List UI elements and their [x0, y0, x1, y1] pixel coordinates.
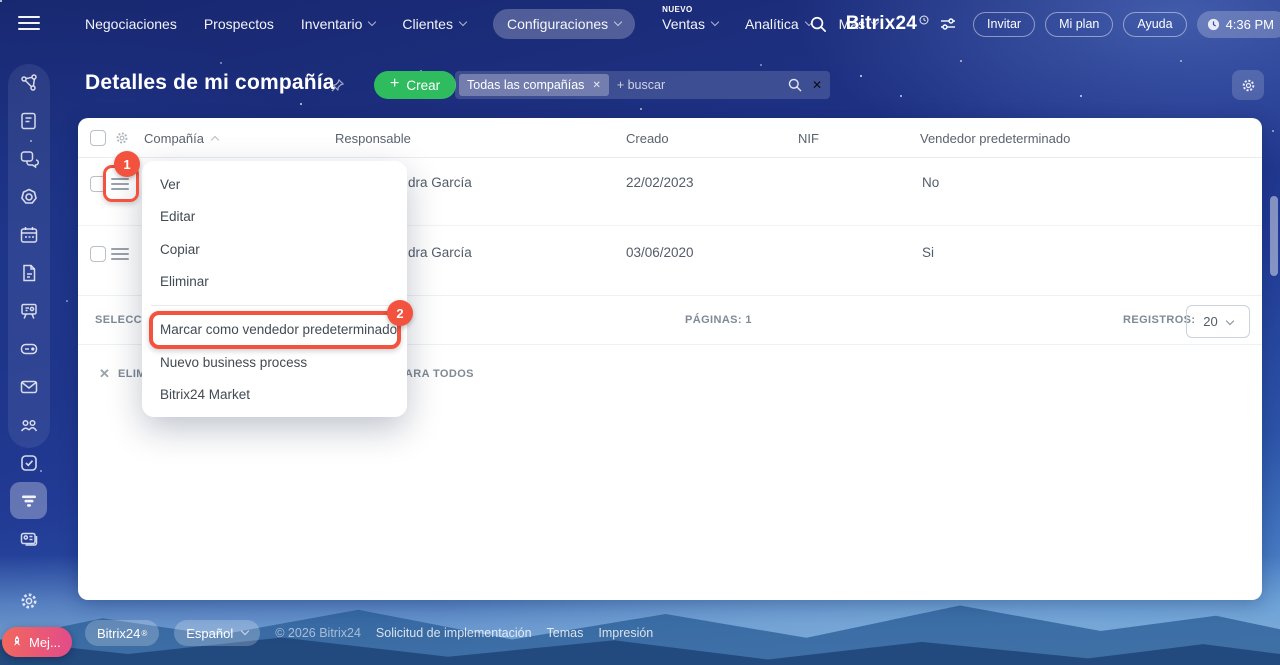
language-selector[interactable]: Español — [174, 620, 261, 646]
nav-analitica[interactable]: Analítica — [745, 16, 813, 32]
nav-ventas[interactable]: NUEVO Ventas — [662, 5, 720, 32]
page-scrollbar[interactable] — [1270, 196, 1278, 276]
brand-clock-icon — [919, 15, 929, 25]
menu-item-editar[interactable]: Editar — [160, 204, 195, 230]
clock-icon — [1207, 18, 1220, 31]
registered-icon: ® — [141, 628, 148, 638]
help-button[interactable]: Ayuda — [1123, 11, 1187, 37]
settings-gear-icon[interactable] — [18, 590, 40, 612]
sign-card-icon[interactable] — [18, 528, 40, 550]
bitrix24-crm-screen: Negociaciones Prospectos Inventario Clie… — [0, 0, 1280, 665]
bitrix24-logo[interactable]: Bitrix24 — [846, 13, 929, 35]
column-header-nif[interactable]: NIF — [798, 131, 819, 146]
footer-link-temas[interactable]: Temas — [547, 626, 584, 640]
menu-item-nuevo-business-process[interactable]: Nuevo business process — [160, 350, 307, 376]
network-icon[interactable] — [18, 72, 40, 94]
chip-close-icon[interactable]: ✕ — [592, 80, 600, 91]
cell-vendedor: No — [922, 175, 940, 190]
page-title: Detalles de mi compañía — [85, 71, 335, 94]
clear-filter-icon[interactable]: ✕ — [812, 78, 822, 92]
select-all-checkbox[interactable] — [90, 130, 106, 146]
column-header-responsable[interactable]: Responsable — [335, 131, 411, 146]
collab-icon[interactable] — [18, 186, 40, 208]
menu-item-ver[interactable]: Ver — [160, 172, 180, 198]
menu-divider — [151, 305, 398, 306]
annotation-step-2: 2 — [387, 300, 413, 326]
documents-icon[interactable] — [18, 262, 40, 284]
cell-vendedor: Si — [922, 245, 935, 260]
invite-button[interactable]: Invitar — [973, 11, 1036, 37]
tasks-icon[interactable] — [18, 452, 40, 474]
chevron-down-icon — [241, 626, 250, 636]
sort-asc-icon — [210, 135, 220, 145]
nav-inventario[interactable]: Inventario — [301, 16, 377, 32]
view-settings-button[interactable] — [1232, 70, 1264, 100]
grid-settings-gear-icon[interactable] — [114, 130, 130, 146]
hr-people-icon[interactable] — [18, 414, 40, 436]
clock-widget[interactable]: 4:36 PM — [1196, 10, 1280, 38]
footer-link-implementacion[interactable]: Solicitud de implementación — [376, 626, 532, 640]
records-per-page-dropdown[interactable]: 20 — [1186, 305, 1250, 338]
calendar-icon[interactable] — [18, 224, 40, 246]
nav-clientes[interactable]: Clientes — [402, 16, 468, 32]
chevron-down-icon — [368, 17, 377, 27]
filter-search-bar[interactable]: Todas las compañías ✕ + buscar ✕ — [455, 71, 830, 99]
cell-creado: 03/06/2020 — [626, 245, 694, 260]
crm-funnel-icon[interactable] — [18, 490, 40, 512]
column-header-vendedor[interactable]: Vendedor predeterminado — [920, 131, 1070, 146]
filter-chip[interactable]: Todas las compañías ✕ — [459, 74, 609, 96]
whiteboard-icon[interactable] — [18, 300, 40, 322]
filter-icons: ✕ — [787, 77, 822, 93]
row-context-menu: Ver Editar Copiar Eliminar Marcar como v… — [142, 161, 407, 417]
nav-configuraciones-active[interactable]: Configuraciones — [492, 9, 636, 39]
my-plan-button[interactable]: Mi plan — [1045, 11, 1114, 37]
footer-brand-pill[interactable]: Bitrix24 ® — [85, 620, 160, 646]
menu-item-copiar[interactable]: Copiar — [160, 237, 200, 263]
mail-icon[interactable] — [18, 376, 40, 398]
top-bar: Negociaciones Prospectos Inventario Clie… — [0, 0, 1280, 48]
records-label: REGISTROS: — [1123, 314, 1196, 326]
drive-icon[interactable] — [18, 338, 40, 360]
create-button[interactable]: + Crear — [374, 71, 457, 99]
search-placeholder[interactable]: + buscar — [617, 78, 787, 92]
rocket-icon — [10, 635, 24, 649]
main-nav: Negociaciones Prospectos Inventario Clie… — [85, 0, 880, 48]
feed-icon[interactable] — [18, 110, 40, 132]
annotation-step-1: 1 — [114, 151, 140, 177]
cell-creado: 22/02/2023 — [626, 175, 694, 190]
page-footer: Bitrix24 ® Español © 2026 Bitrix24 Solici… — [85, 618, 653, 648]
pin-icon[interactable] — [330, 78, 345, 93]
search-icon[interactable] — [809, 15, 828, 34]
annotation-highlight-menu-item — [149, 311, 401, 349]
pages-label: PÁGINAS: 1 — [685, 314, 752, 326]
messenger-icon[interactable] — [18, 148, 40, 170]
menu-item-eliminar[interactable]: Eliminar — [160, 269, 209, 295]
sliders-icon[interactable] — [939, 16, 957, 32]
nav-prospectos[interactable]: Prospectos — [204, 16, 274, 32]
table-header: Compañía Responsable Creado NIF Vendedor… — [78, 118, 1262, 158]
copyright-text: © 2026 Bitrix24 — [275, 626, 361, 640]
delete-x-icon[interactable]: ✕ — [99, 366, 110, 382]
cell-responsable: dra García — [408, 245, 472, 260]
nav-negociaciones[interactable]: Negociaciones — [85, 16, 177, 32]
chevron-down-icon — [710, 17, 720, 27]
upgrade-button[interactable]: Mej... — [2, 627, 72, 657]
topbar-right: Bitrix24 Invitar Mi plan Ayuda 4:36 PM — [809, 0, 1280, 48]
plus-icon: + — [390, 75, 400, 92]
chevron-down-icon — [613, 17, 623, 27]
nuevo-badge: NUEVO — [662, 5, 693, 14]
column-header-compania[interactable]: Compañía — [144, 131, 220, 146]
chevron-down-icon — [1225, 316, 1234, 325]
row-actions-menu-icon[interactable] — [111, 248, 129, 260]
chevron-down-icon — [458, 17, 468, 27]
footer-link-impresion[interactable]: Impresión — [598, 626, 653, 640]
menu-item-bitrix24-market[interactable]: Bitrix24 Market — [160, 382, 250, 408]
column-header-creado[interactable]: Creado — [626, 131, 669, 146]
for-all-label[interactable]: PARA TODOS — [398, 368, 474, 380]
cell-responsable: dra García — [408, 175, 472, 190]
search-icon[interactable] — [787, 77, 803, 93]
main-menu-icon[interactable] — [18, 16, 40, 32]
row-checkbox[interactable] — [90, 246, 106, 262]
